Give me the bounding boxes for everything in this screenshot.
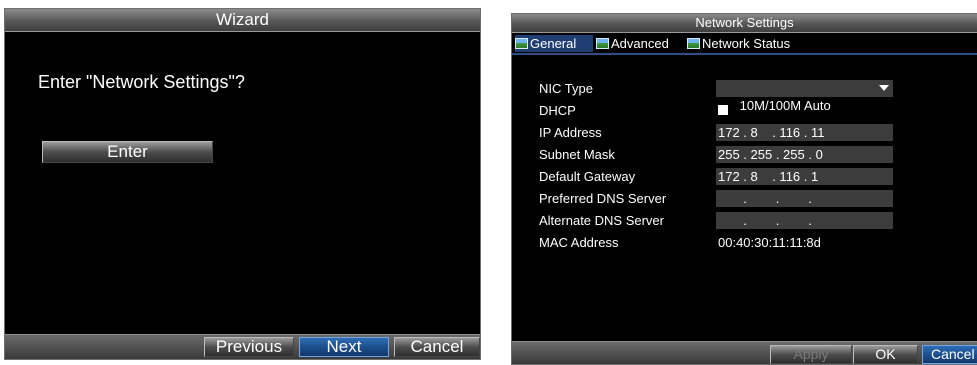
- tab-general-label: General: [530, 36, 577, 51]
- ok-button[interactable]: OK: [853, 345, 918, 364]
- nic-type-dropdown[interactable]: 10M/100M Auto: [716, 80, 893, 113]
- network-settings-icon: [596, 38, 609, 49]
- wizard-prompt: Enter "Network Settings"?: [38, 72, 245, 92]
- default-gateway-field[interactable]: 172 . 8 . 116 . 1: [716, 168, 893, 185]
- wizard-dialog: Wizard Enter "Network Settings"? Enter P…: [4, 8, 481, 360]
- ip-address-label: IP Address: [539, 125, 602, 140]
- enter-button[interactable]: Enter: [42, 141, 213, 163]
- subnet-mask-field[interactable]: 255 . 255 . 255 . 0: [716, 146, 893, 163]
- network-settings-dialog: Network Settings General Advanced Networ…: [511, 13, 977, 365]
- mac-address-label: MAC Address: [539, 235, 619, 250]
- alternate-dns-label: Alternate DNS Server: [539, 213, 664, 228]
- default-gateway-label: Default Gateway: [539, 169, 636, 184]
- next-button[interactable]: Next: [299, 337, 389, 357]
- wizard-title: Wizard: [5, 9, 480, 32]
- cancel-button[interactable]: Cancel: [394, 337, 480, 357]
- mac-address-value: 00:40:30:11:11:8d: [718, 235, 821, 250]
- tab-bar: General Advanced Network Status: [512, 33, 977, 55]
- network-settings-footer: Apply OK Cancel: [512, 341, 977, 364]
- network-settings-icon: [515, 38, 528, 49]
- tab-advanced[interactable]: Advanced: [596, 35, 686, 52]
- preferred-dns-label: Preferred DNS Server: [539, 191, 667, 206]
- cancel-button[interactable]: Cancel: [922, 345, 977, 364]
- chevron-down-icon: [879, 85, 889, 91]
- dhcp-checkbox[interactable]: [718, 105, 728, 115]
- tab-advanced-label: Advanced: [611, 36, 669, 51]
- dhcp-label: DHCP: [539, 103, 576, 118]
- ip-address-field[interactable]: 172 . 8 . 116 . 11: [716, 124, 893, 141]
- wizard-footer: Previous Next Cancel: [5, 334, 480, 359]
- tab-network-status[interactable]: Network Status: [687, 35, 807, 52]
- nic-type-value: 10M/100M Auto: [739, 98, 831, 113]
- alternate-dns-field[interactable]: . . .: [716, 212, 893, 229]
- preferred-dns-field[interactable]: . . .: [716, 190, 893, 207]
- previous-button[interactable]: Previous: [204, 337, 294, 357]
- network-settings-icon: [687, 38, 700, 49]
- apply-button[interactable]: Apply: [770, 345, 852, 364]
- nic-type-label: NIC Type: [539, 81, 593, 96]
- tab-general[interactable]: General: [515, 35, 593, 52]
- network-settings-title: Network Settings: [512, 14, 977, 33]
- subnet-mask-label: Subnet Mask: [539, 147, 615, 162]
- tab-network-status-label: Network Status: [702, 36, 791, 51]
